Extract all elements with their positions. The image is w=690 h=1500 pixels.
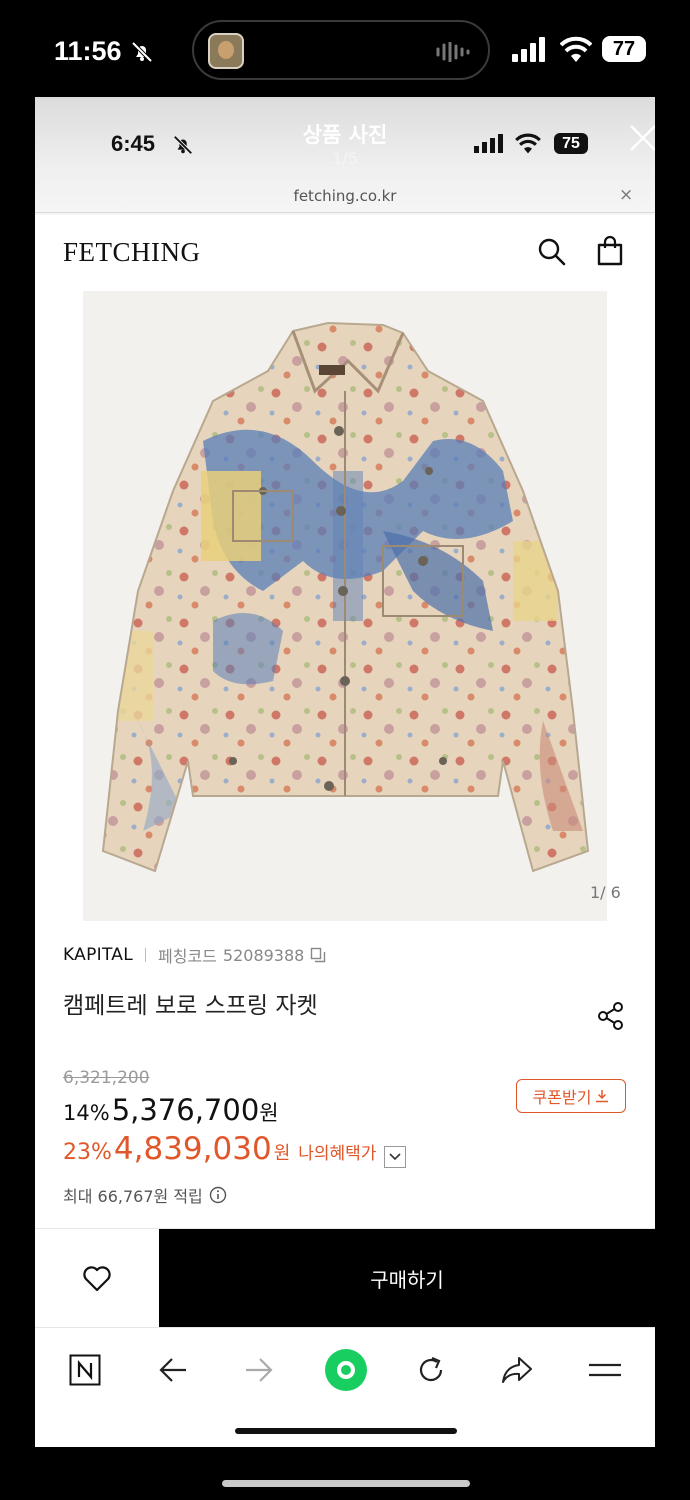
site-logo[interactable]: FETCHING	[63, 237, 201, 268]
arrow-right-icon	[246, 1358, 273, 1382]
product-image[interactable]	[83, 291, 607, 921]
screenshot-viewer: 6:45 상품 사진 1/5 75 fetching.co.kr × FETCH	[35, 97, 655, 1447]
outer-home-indicator	[222, 1480, 470, 1487]
copy-icon[interactable]	[310, 947, 326, 963]
brand-row: KAPITAL 페칭코드 52089388	[63, 943, 326, 967]
jacket-photo	[83, 291, 607, 921]
wishlist-button[interactable]	[35, 1229, 159, 1328]
bell-muted-icon	[131, 41, 153, 63]
viewer-header: 6:45 상품 사진 1/5 75 fetching.co.kr ×	[35, 97, 655, 215]
product-name: 캠페트레 보로 스프링 자켓	[63, 993, 318, 1019]
divider	[35, 212, 655, 213]
benefit-expand-toggle[interactable]	[384, 1146, 407, 1168]
forward-button[interactable]	[239, 1350, 279, 1390]
currency-unit: 원	[259, 1101, 279, 1125]
battery-indicator: 75	[554, 133, 588, 154]
benefit-price: 4,839,030	[113, 1131, 272, 1167]
purchase-bar: 구매하기	[35, 1228, 655, 1328]
buy-button[interactable]: 구매하기	[159, 1229, 655, 1328]
info-icon[interactable]	[209, 1186, 227, 1204]
cellular-signal-icon	[512, 37, 545, 62]
refresh-icon	[419, 1356, 443, 1382]
menu-button[interactable]	[585, 1350, 625, 1390]
share-icon[interactable]	[596, 1001, 626, 1031]
cellular-signal-icon	[474, 134, 503, 153]
naver-home-button[interactable]	[65, 1350, 105, 1390]
url-close-icon[interactable]: ×	[619, 185, 633, 205]
coupon-download-button[interactable]: 쿠폰받기	[516, 1079, 626, 1113]
heart-icon	[83, 1265, 111, 1291]
back-button[interactable]	[153, 1350, 193, 1390]
battery-indicator: 77	[602, 36, 646, 62]
download-icon	[596, 1090, 609, 1103]
product-code-label: 페칭코드	[158, 947, 217, 966]
green-dot-button[interactable]	[323, 1347, 369, 1393]
arrow-left-icon	[159, 1358, 186, 1382]
naver-n-icon	[69, 1354, 101, 1386]
close-icon[interactable]	[627, 122, 655, 154]
refresh-button[interactable]	[411, 1350, 451, 1390]
now-playing-artwork	[208, 33, 244, 69]
currency-unit: 원	[273, 1143, 291, 1164]
points-text: 최대 66,767원 적립	[63, 1187, 203, 1206]
product-code: 52089388	[222, 945, 305, 965]
search-icon[interactable]	[537, 237, 567, 267]
share-page-button[interactable]	[497, 1350, 537, 1390]
coupon-label: 쿠폰받기	[532, 1088, 592, 1107]
outer-clock: 11:56	[54, 36, 122, 66]
price-row: 14% 5,376,700 원	[63, 1093, 279, 1127]
image-counter: 1/ 6	[590, 883, 621, 902]
wifi-icon	[515, 133, 541, 154]
benefit-discount-rate: 23%	[63, 1140, 112, 1165]
benefit-label: 나의혜택가	[298, 1144, 377, 1164]
home-indicator	[235, 1428, 457, 1434]
green-dot-icon	[325, 1349, 367, 1391]
wifi-icon	[560, 36, 592, 62]
divider	[145, 948, 147, 962]
dynamic-island[interactable]	[192, 20, 490, 80]
share-arrow-icon	[502, 1357, 532, 1383]
browser-toolbar	[35, 1327, 655, 1447]
chevron-down-icon	[389, 1153, 402, 1161]
audio-wave-icon	[436, 42, 470, 62]
sale-price: 5,376,700	[111, 1093, 260, 1127]
reward-points: 최대 66,767원 적립	[63, 1183, 227, 1207]
discount-rate: 14%	[63, 1101, 110, 1125]
url-bar[interactable]: fetching.co.kr	[35, 187, 655, 205]
hamburger-menu-icon	[589, 1363, 621, 1377]
shopping-bag-icon[interactable]	[595, 235, 625, 267]
benefit-price-row: 23% 4,839,030 원 나의혜택가	[63, 1131, 407, 1168]
outer-status-bar: 11:56 77	[0, 0, 690, 98]
original-price: 6,321,200	[63, 1068, 150, 1088]
brand-name[interactable]: KAPITAL	[63, 945, 133, 965]
